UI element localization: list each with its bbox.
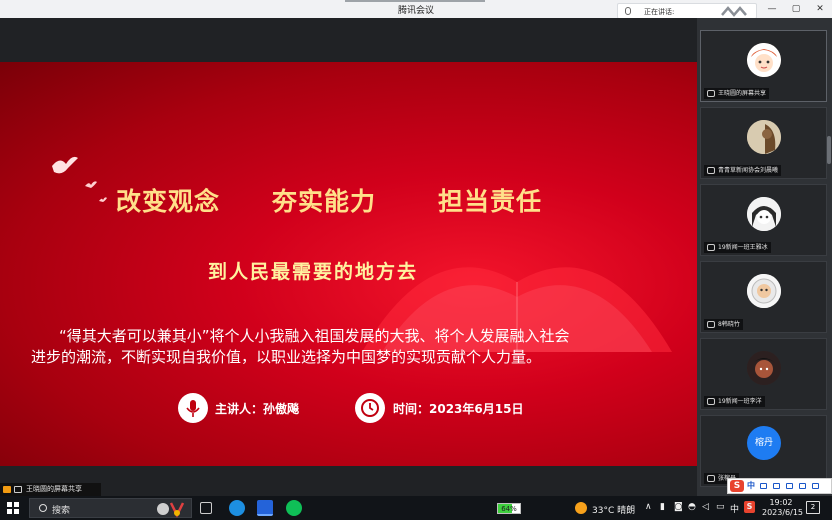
clock-time: 19:02: [769, 498, 793, 507]
speaking-indicator: 正在讲话:: [617, 3, 757, 19]
slide-body-line-1: “得其大者可以兼其小”将个人小我融入祖国发展的大我、将个人发展融入社会: [59, 327, 570, 345]
search-icon: [39, 504, 47, 512]
astronaut-avatar: [747, 274, 781, 308]
slide-subtitle: 到人民最需要的地方去: [208, 261, 419, 283]
dark-avatar: [747, 351, 781, 385]
weather-text[interactable]: 33°C 晴朗: [592, 503, 635, 516]
search-highlight-icon: [157, 502, 185, 518]
battery-tray-icon[interactable]: ▭: [716, 502, 725, 512]
battery-indicator[interactable]: 64%: [497, 503, 521, 514]
cartoon-girl-avatar: [747, 43, 781, 77]
anime-avatar: [747, 197, 781, 231]
participant-tile[interactable]: 榕丹 张榕丹: [700, 415, 827, 487]
minimize-button[interactable]: —: [763, 2, 781, 16]
sogou-tray-icon[interactable]: S: [744, 501, 755, 513]
volume-icon[interactable]: ◁: [702, 502, 709, 512]
weather-sun-icon[interactable]: [575, 502, 587, 514]
microphone-tray-icon[interactable]: ▮: [660, 502, 665, 512]
slide-time-label: 时间：2023年6月15日: [393, 402, 524, 416]
slide-headline-3: 担当责任: [438, 187, 543, 216]
sidebar-scrollbar[interactable]: [827, 136, 831, 164]
presentation-slide: 改变观念 夯实能力 担当责任 到人民最需要的地方去 “得其大者可以兼其小”将个人…: [0, 62, 697, 466]
network-icon[interactable]: ◓: [688, 502, 696, 512]
small-dove-icon: [99, 197, 107, 202]
participant-name: 19新闻一班李洋: [704, 396, 765, 407]
participant-name: 8韩晓竹: [704, 319, 743, 330]
microphone-icon: [625, 7, 631, 15]
sogou-ime-icon[interactable]: S: [730, 480, 744, 492]
keyboard-icon[interactable]: [786, 483, 793, 489]
participant-tile[interactable]: 王晓圆的屏幕共享: [700, 30, 827, 102]
ime-toolbar[interactable]: S 中: [727, 478, 832, 494]
microphone-icon[interactable]: [773, 483, 780, 489]
participant-tile[interactable]: 19新闻一班王雅冰: [700, 184, 827, 256]
slide-headline-1: 改变观念: [116, 187, 221, 216]
slide-body-text: “得其大者可以兼其小”将个人小我融入祖国发展的大我、将个人发展融入社会 进步的潮…: [31, 326, 671, 368]
camera-off-icon: [707, 321, 715, 328]
participant-list[interactable]: 王晓圆的屏幕共享 青青草新闻协会刘晨曦 19新闻一班王雅冰 8韩晓竹 19新闻一: [697, 18, 832, 496]
notification-center-icon[interactable]: 2: [806, 501, 820, 514]
loading-indicator: [345, 0, 485, 2]
ime-language-indicator[interactable]: 中: [730, 502, 739, 515]
camera-off-icon: [707, 167, 715, 174]
camera-off-icon: [707, 398, 715, 405]
edge-browser-icon[interactable]: [229, 500, 245, 516]
participant-name: 19新闻一班王雅冰: [704, 242, 771, 253]
task-view-icon[interactable]: [200, 502, 212, 514]
punctuation-icon[interactable]: [760, 483, 767, 489]
tray-app-icon[interactable]: ◙: [674, 502, 683, 512]
screen-share-icon: [14, 486, 22, 493]
tencent-meeting-logo-icon: [721, 6, 747, 17]
tencent-meeting-icon[interactable]: [257, 500, 273, 516]
clock-icon: [355, 393, 385, 423]
search-placeholder: 搜索: [52, 506, 71, 516]
participant-tile[interactable]: 青青草新闻协会刘晨曦: [700, 107, 827, 179]
close-button[interactable]: ✕: [811, 2, 829, 16]
windows-taskbar: 搜索 64% 33°C 晴朗 ∧ ▮ ◙ ◓ ◁ ▭ 中 S 19:02 202…: [0, 496, 832, 520]
participant-tile[interactable]: 19新闻一班李洋: [700, 338, 827, 410]
ime-mode-toggle[interactable]: 中: [747, 479, 755, 493]
chevron-up-icon[interactable]: ∧: [645, 502, 652, 512]
small-dove-icon: [85, 181, 97, 188]
text-avatar: 榕丹: [747, 426, 781, 460]
dove-icon: [52, 156, 78, 174]
clock-date: 2023/6/15: [762, 508, 804, 517]
camera-off-icon: [707, 475, 715, 482]
speaking-label: 正在讲话:: [644, 8, 675, 16]
user-icon: [3, 486, 11, 493]
skin-icon[interactable]: [799, 483, 806, 489]
photo-avatar: [747, 120, 781, 154]
taskbar-search-box[interactable]: 搜索: [29, 498, 192, 518]
toolbox-icon[interactable]: [812, 483, 819, 489]
system-clock[interactable]: 19:02 2023/6/15: [762, 498, 804, 518]
screen-share-icon: [707, 90, 715, 97]
participant-name: 青青草新闻协会刘晨曦: [704, 165, 782, 176]
screen-share-label: 王晓圆的屏幕共享: [0, 483, 101, 496]
app-window: 腾讯会议 — ▢ ✕ 正在讲话: 改变观念 夯实能力 担当责任 到人民最需要的地…: [0, 0, 832, 520]
wechat-icon[interactable]: [286, 500, 302, 516]
camera-off-icon: [707, 244, 715, 251]
slide-body-line-2: 进步的潮流，不断实现自我价值，以职业选择为中国梦的实现贡献个人力量。: [31, 348, 542, 366]
slide-headline-2: 夯实能力: [272, 187, 377, 216]
start-button[interactable]: [7, 502, 19, 514]
microphone-icon: [178, 393, 208, 423]
participant-tile[interactable]: 8韩晓竹: [700, 261, 827, 333]
shared-screen-area: 改变观念 夯实能力 担当责任 到人民最需要的地方去 “得其大者可以兼其小”将个人…: [0, 18, 697, 496]
participant-name: 王晓圆的屏幕共享: [704, 88, 770, 99]
presenter-label: 主讲人：孙傲飚: [215, 402, 300, 416]
maximize-button[interactable]: ▢: [787, 2, 805, 16]
